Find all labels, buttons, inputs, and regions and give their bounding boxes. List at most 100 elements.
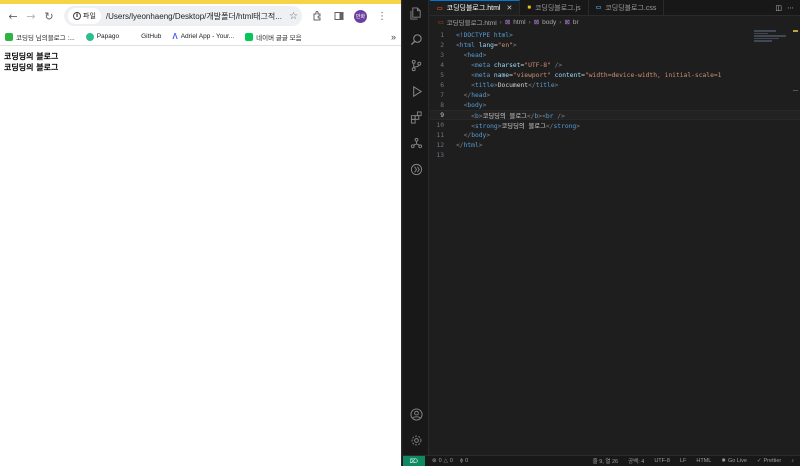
code-editor[interactable]: 1 <!DOCTYPE html> 2 <html lang="en"> 3 <head…	[430, 30, 800, 160]
code-line[interactable]: 7 </head>	[430, 90, 800, 100]
info-icon: i	[73, 12, 81, 20]
extensions-icon[interactable]	[403, 104, 429, 130]
problems-indicator[interactable]: ⊗ 0 △ 0	[432, 458, 453, 464]
more-menu-icon[interactable]: ⋮	[375, 9, 389, 23]
code-token: >	[478, 141, 483, 149]
bookmark-item[interactable]: Λ Adriel App - Your...	[172, 32, 234, 41]
code-line[interactable]: 4 <meta charset="UTF-8" />	[430, 60, 800, 70]
code-line[interactable]: 5 <meta name="viewport" content="width=d…	[430, 70, 800, 80]
line-number: 13	[436, 151, 444, 159]
forward-icon[interactable]: →	[22, 7, 40, 25]
more-actions-icon[interactable]: ⋯	[787, 4, 794, 12]
code-token: 코딩딩의 블로그	[501, 122, 546, 130]
code-line[interactable]: 1 <!DOCTYPE html>	[430, 30, 800, 40]
code-text: </head>	[456, 92, 491, 99]
tab-css-file[interactable]: ▭ 코딩딩블로그.css	[589, 0, 665, 15]
code-text: <meta charset="UTF-8" />	[456, 62, 562, 69]
encoding[interactable]: UTF-8	[654, 458, 670, 464]
bookmark-item[interactable]: Papago	[85, 32, 120, 41]
code-line[interactable]: 2 <html lang="en">	[430, 40, 800, 50]
code-line[interactable]: 6 <title>Document</title>	[430, 80, 800, 90]
code-token: />	[553, 112, 565, 120]
extensions-icon[interactable]	[310, 9, 324, 23]
adriel-icon: Λ	[172, 32, 178, 41]
go-live-button[interactable]: ✸ Go Live	[721, 458, 747, 464]
tab-js-file[interactable]: ■ 코딩딩블로그.js	[520, 0, 589, 15]
code-line[interactable]: 3 <head>	[430, 50, 800, 60]
settings-gear-icon[interactable]	[403, 427, 429, 453]
end-of-line[interactable]: LF	[680, 458, 686, 464]
code-token: >	[576, 122, 580, 130]
code-token: 코딩딩의 블로그	[482, 112, 527, 120]
github-icon	[130, 32, 139, 41]
language-mode[interactable]: HTML	[696, 458, 711, 464]
code-token: title	[535, 81, 555, 89]
bookmarks-overflow-icon[interactable]: »	[391, 32, 396, 42]
address-bar[interactable]: i 파일 /Users/lyeonhaeng/Desktop/개발폴더/html…	[64, 6, 302, 26]
side-panel-icon[interactable]	[332, 9, 346, 23]
code-token: >	[482, 101, 487, 109]
code-line[interactable]: 13	[430, 150, 800, 160]
code-line[interactable]: 11 </body>	[430, 130, 800, 140]
line-number: 6	[440, 81, 444, 89]
naver-icon	[245, 32, 254, 41]
remote-indicator-icon[interactable]: ⌦	[403, 455, 425, 466]
code-token: />	[550, 61, 563, 69]
broadcast-icon: ✸	[721, 458, 726, 464]
explorer-icon[interactable]	[403, 0, 429, 26]
prettier-label: Prettier	[763, 458, 782, 464]
breadcrumb-item[interactable]: body	[542, 19, 556, 26]
bookmark-label: GitHub	[141, 33, 162, 40]
code-line[interactable]: 8 <body>	[430, 100, 800, 110]
timeline-icon[interactable]	[403, 156, 429, 182]
breadcrumb-separator-icon: ›	[499, 18, 502, 26]
code-token: html	[459, 41, 475, 49]
minimap[interactable]	[754, 30, 790, 50]
indentation[interactable]: 공백: 4	[628, 457, 644, 465]
line-number: 1	[440, 31, 444, 39]
breadcrumb-item[interactable]: 코딩딩블로그.html	[447, 17, 497, 27]
code-text: <body>	[456, 101, 487, 109]
code-line[interactable]: 12 </html>	[430, 140, 800, 150]
source-control-icon[interactable]	[403, 52, 429, 78]
account-icon[interactable]	[403, 401, 429, 427]
bookmark-label: Papago	[96, 33, 120, 40]
close-icon[interactable]: ✕	[506, 4, 512, 12]
breadcrumb-item[interactable]: html	[513, 19, 525, 26]
back-icon[interactable]: ←	[4, 7, 22, 25]
code-token: content	[550, 71, 582, 79]
site-info-chip[interactable]: i 파일	[68, 8, 101, 24]
bookmark-label: 코딩딩 님의블로그 :...	[16, 34, 75, 42]
browser-window: ← → ↻ i 파일 /Users/lyeonhaeng/Desktop/개발폴…	[0, 0, 402, 466]
notifications-bell-icon[interactable]: ♪	[791, 458, 794, 464]
code-line[interactable]: 9 <b>코딩딩의 블로그</b><br />	[430, 110, 800, 120]
code-token: >	[554, 81, 559, 89]
url-text[interactable]: /Users/lyeonhaeng/Desktop/개발폴더/html태그적..…	[106, 11, 286, 22]
code-token: body	[471, 131, 487, 139]
prettier-button[interactable]: ✓ Prettier	[757, 458, 781, 464]
code-line[interactable]: 10 <strong>코딩딩의 블로그</strong>	[430, 120, 800, 130]
bookmark-item[interactable]: GitHub	[130, 32, 162, 41]
profile-avatar[interactable]: 만화	[354, 9, 367, 23]
source-graph-icon[interactable]	[403, 130, 429, 156]
code-token: head	[467, 51, 483, 59]
css-file-icon: ▭	[595, 5, 602, 11]
bookmark-item[interactable]: 네이버 글글 모음	[245, 32, 302, 42]
code-token: meta	[474, 71, 491, 79]
bookmark-item[interactable]: 코딩딩 님의블로그 :...	[5, 32, 75, 42]
breadcrumb-element-icon: ⊠	[533, 19, 540, 26]
scrollbar-marker	[793, 90, 798, 91]
tab-label: 코딩딩블로그.css	[605, 4, 657, 12]
breadcrumb-item[interactable]: br	[573, 19, 579, 26]
breadcrumb-element-icon: ⊠	[504, 19, 511, 26]
go-live-label: Go Live	[727, 458, 747, 464]
split-editor-icon[interactable]: ◫	[775, 4, 782, 12]
search-icon[interactable]	[403, 26, 429, 52]
run-debug-icon[interactable]	[403, 78, 429, 104]
code-token: ><	[538, 112, 546, 120]
reload-icon[interactable]: ↻	[40, 7, 58, 25]
ports-indicator[interactable]: ϕ 0	[460, 458, 468, 464]
star-icon[interactable]: ☆	[289, 11, 298, 22]
tab-html-file[interactable]: ▭ 코딩딩블로그.html ✕	[430, 0, 521, 15]
cursor-position[interactable]: 줄 9, 열 26	[593, 457, 618, 465]
